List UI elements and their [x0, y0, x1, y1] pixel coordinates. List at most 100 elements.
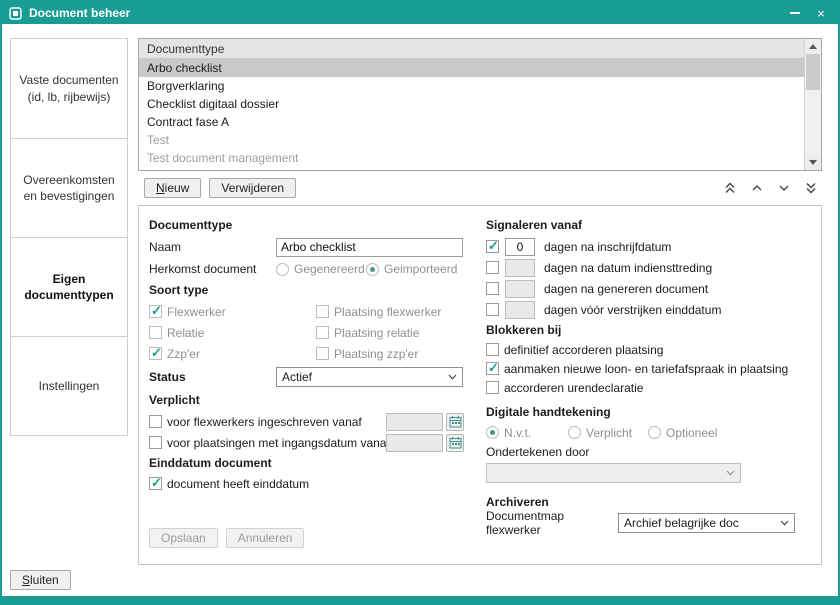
list-item[interactable]: Test — [139, 131, 804, 149]
tab-label: Overeenkomsten en bevestigingen — [18, 172, 120, 204]
checkbox-icon — [149, 326, 162, 339]
checkbox-plaatsing-relatie[interactable]: Plaatsing relatie — [316, 326, 419, 340]
spacer — [486, 484, 814, 492]
checkbox-zzper[interactable]: Zzp'er — [149, 347, 316, 361]
list-item[interactable]: Borgverklaring — [139, 77, 804, 95]
radio-geimporteerd[interactable]: Geimporteerd — [366, 262, 457, 276]
calendar-button[interactable] — [446, 434, 464, 452]
checkbox-relatie[interactable]: Relatie — [149, 326, 316, 340]
double-chevron-up-icon — [724, 182, 736, 194]
ondertekenen-select[interactable] — [486, 463, 741, 483]
blokkeren-row: definitief accorderen plaatsing — [486, 340, 814, 359]
signaleren-checkbox[interactable] — [486, 282, 499, 295]
naam-input[interactable] — [276, 238, 463, 257]
move-top-button[interactable] — [721, 178, 739, 198]
checkbox-label: accorderen urendeclaratie — [504, 381, 643, 395]
checkbox-document-heeft-einddatum[interactable]: document heeft einddatum — [149, 477, 309, 491]
sluiten-button[interactable]: Sluiten — [10, 570, 71, 590]
radio-icon — [366, 263, 379, 276]
section-blokkeren-bij: Blokkeren bij — [486, 320, 814, 340]
button-label: Nieuw — [156, 181, 189, 195]
annuleren-button[interactable]: Annuleren — [226, 528, 305, 548]
section-documenttype: Documenttype — [149, 215, 481, 236]
ondertekenen-door-label: Ondertekenen door — [486, 443, 814, 462]
list-item[interactable]: Contract fase A — [139, 113, 804, 131]
checkbox-flexwerker[interactable]: Flexwerker — [149, 305, 316, 319]
reorder-buttons — [721, 178, 820, 198]
status-select[interactable]: Actief — [276, 367, 463, 387]
radio-label: N.v.t. — [504, 426, 531, 440]
calendar-button[interactable] — [446, 413, 464, 431]
radio-icon — [486, 426, 499, 439]
herkomst-row: Herkomst document Gegenereerd Geimportee… — [149, 258, 481, 280]
signaleren-row: dagen na inschrijfdatum — [486, 236, 814, 257]
checkbox-flexwerkers-ingeschreven-vanaf[interactable]: voor flexwerkers ingeschreven vanaf — [149, 415, 386, 429]
signaleren-checkbox[interactable] — [486, 240, 499, 253]
double-chevron-down-icon — [805, 182, 817, 194]
documenttype-list: Documenttype Arbo checklist Borgverklari… — [138, 38, 822, 171]
radio-nvt[interactable]: N.v.t. — [486, 426, 568, 440]
status-label: Status — [149, 370, 276, 384]
list-item[interactable]: Test document management — [139, 149, 804, 167]
close-button[interactable]: × — [808, 2, 834, 24]
button-label: Sluiten — [22, 573, 59, 587]
app-icon — [9, 7, 22, 20]
move-up-button[interactable] — [748, 178, 766, 198]
verwijderen-button[interactable]: Verwijderen — [209, 178, 296, 198]
radio-label: Gegenereerd — [294, 262, 365, 276]
status-row: Status Actief — [149, 364, 481, 390]
window-bottom-bar — [2, 596, 838, 603]
button-label: Verwijderen — [221, 181, 284, 195]
tab-overeenkomsten[interactable]: Overeenkomsten en bevestigingen — [11, 138, 127, 237]
documentmap-label: Documentmap flexwerker — [486, 509, 618, 537]
checkbox-icon — [149, 305, 162, 318]
list-header: Documenttype — [139, 39, 821, 59]
tab-eigen-documenttypen[interactable]: Eigen documenttypen — [11, 237, 127, 336]
radio-label: Verplicht — [586, 426, 632, 440]
radio-gegenereerd[interactable]: Gegenereerd — [276, 262, 366, 276]
checkbox-label: aanmaken nieuwe loon- en tariefafspraak … — [504, 362, 788, 376]
checkbox-plaatsing-zzper[interactable]: Plaatsing zzp'er — [316, 347, 418, 361]
scrollbar-thumb[interactable] — [806, 54, 820, 90]
list-item[interactable]: Checklist digitaal dossier — [139, 95, 804, 113]
move-down-button[interactable] — [775, 178, 793, 198]
signaleren-days-input[interactable] — [505, 238, 535, 256]
checkbox-definitief-accorderen-plaatsing[interactable]: definitief accorderen plaatsing — [486, 343, 663, 357]
tab-vaste-documenten[interactable]: Vaste documenten (id, lb, rijbewijs) — [11, 39, 127, 138]
handtekening-radio-row: N.v.t. Verplicht Optioneel — [486, 422, 814, 443]
nieuw-button[interactable]: Nieuw — [144, 178, 201, 198]
move-bottom-button[interactable] — [802, 178, 820, 198]
radio-optioneel[interactable]: Optioneel — [648, 426, 717, 440]
scroll-up-button[interactable] — [805, 39, 821, 54]
section-verplicht: Verplicht — [149, 390, 481, 411]
radio-icon — [276, 263, 289, 276]
checkbox-plaatsingen-ingangsdatum-vanaf[interactable]: voor plaatsingen met ingangsdatum vanaf — [149, 436, 386, 450]
checkbox-icon — [149, 436, 162, 449]
flexwerkers-vanaf-date-input — [386, 413, 443, 431]
signaleren-checkbox[interactable] — [486, 261, 499, 274]
checkbox-plaatsing-flexwerker[interactable]: Plaatsing flexwerker — [316, 305, 441, 319]
list-scrollbar[interactable] — [804, 39, 821, 170]
tab-instellingen[interactable]: Instellingen — [11, 336, 127, 435]
arrow-down-icon — [809, 160, 817, 165]
select-value: Actief — [282, 370, 312, 384]
radio-verplicht[interactable]: Verplicht — [568, 426, 648, 440]
section-soort-type: Soort type — [149, 280, 481, 301]
signaleren-checkbox[interactable] — [486, 303, 499, 316]
scroll-down-button[interactable] — [805, 155, 821, 170]
minimize-button[interactable] — [782, 2, 808, 24]
checkbox-label: Plaatsing zzp'er — [334, 347, 418, 361]
list-actions: Nieuw Verwijderen — [144, 178, 296, 198]
documentmap-select[interactable]: Archief belagrijke doc — [618, 513, 795, 533]
list-item[interactable]: Arbo checklist — [139, 59, 804, 77]
chevron-down-icon — [726, 470, 735, 476]
opslaan-button[interactable]: Opslaan — [149, 528, 218, 548]
titlebar[interactable]: Document beheer × — [2, 2, 838, 24]
checkbox-aanmaken-loon-tariefafspraak[interactable]: aanmaken nieuwe loon- en tariefafspraak … — [486, 362, 788, 376]
checkbox-accorderen-urendeclaratie[interactable]: accorderen urendeclaratie — [486, 381, 643, 395]
signaleren-row: dagen vóór verstrijken einddatum — [486, 299, 814, 320]
chevron-down-icon — [780, 520, 789, 526]
documenttype-detail-panel: Documenttype Naam Herkomst document Gege… — [138, 205, 822, 565]
tab-label: Eigen documenttypen — [18, 271, 120, 303]
chevron-down-icon — [778, 184, 790, 192]
